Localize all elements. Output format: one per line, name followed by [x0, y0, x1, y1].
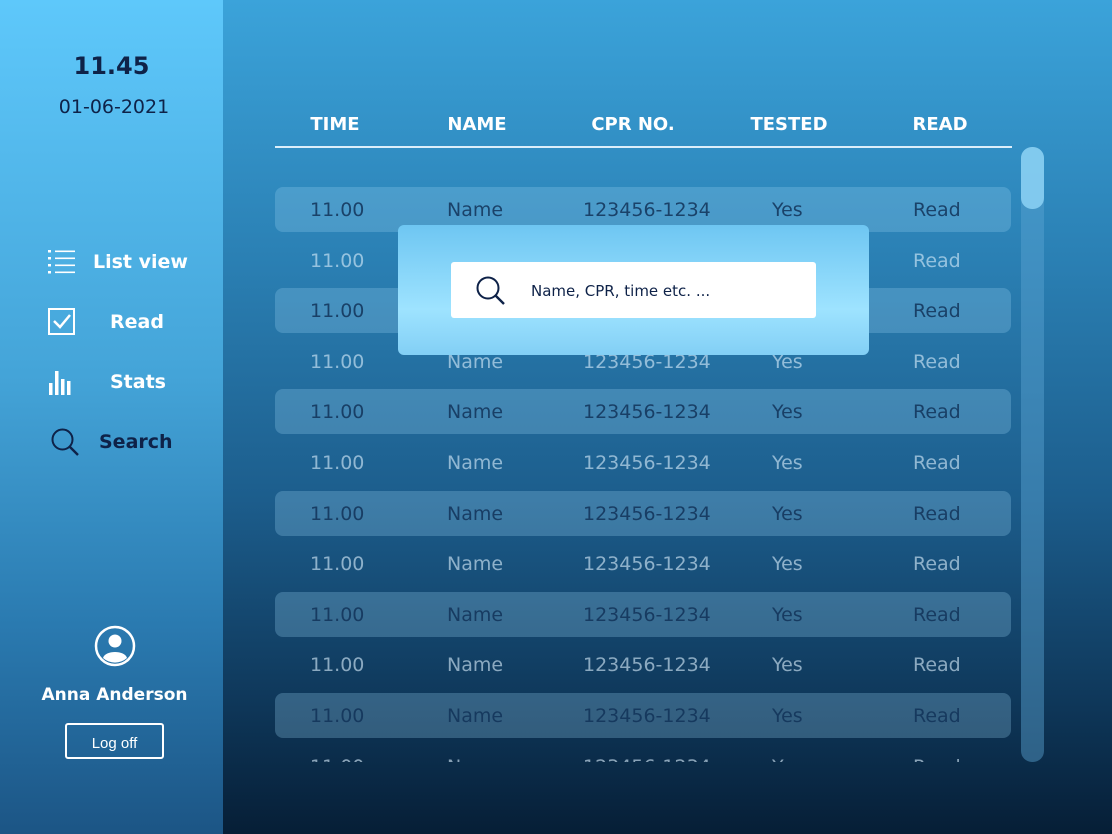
cell-read: Read: [913, 452, 961, 474]
cell-read: Read: [913, 502, 961, 525]
table-row[interactable]: 11.00 Name 123456-1234 Yes Read: [275, 389, 1011, 435]
table-row[interactable]: 11.00 Name 123456-1234 Yes Read: [275, 440, 1011, 485]
cell-time: 11.00: [310, 756, 364, 762]
user-avatar-icon[interactable]: [94, 625, 136, 667]
table-row[interactable]: 11.00 Name 123456-1234 Yes Read: [275, 541, 1011, 586]
search-input[interactable]: [529, 262, 813, 320]
cell-tested: Yes: [772, 654, 803, 677]
scrollbar-thumb[interactable]: [1021, 147, 1044, 209]
nav-label-list-view: List view: [93, 251, 188, 273]
nav-item-list-view[interactable]: List view: [0, 241, 223, 281]
cell-read: Read: [913, 603, 961, 626]
nav-label-search: Search: [99, 431, 173, 453]
cell-tested: Yes: [772, 603, 803, 626]
cell-time: 11.00: [310, 199, 365, 221]
sidebar: 11.45 01-06-2021 List view Read Stats Se…: [0, 0, 223, 834]
cell-read: Read: [913, 401, 961, 424]
cell-time: 11.00: [310, 249, 365, 272]
user-name: Anna Anderson: [41, 685, 188, 705]
cell-tested: Yes: [772, 401, 803, 424]
cell-name: Name: [447, 654, 504, 677]
cell-cpr: 123456-1234: [583, 603, 711, 626]
cell-name: Name: [447, 199, 504, 221]
cell-cpr: 123456-1234: [583, 452, 711, 474]
cell-name: Name: [447, 603, 504, 626]
cell-tested: Yes: [772, 452, 803, 474]
table-row[interactable]: 11.00 Name 123456-1234 Yes Read: [275, 642, 1011, 687]
clock-time: 11.45: [73, 52, 150, 80]
cell-time: 11.00: [310, 603, 365, 626]
cell-time: 11.00: [310, 553, 365, 576]
search-popup: [398, 225, 869, 355]
nav-item-search[interactable]: Search: [0, 421, 223, 461]
cell-name: Name: [447, 401, 504, 424]
cell-time: 11.00: [310, 401, 365, 424]
cell-time: 11.00: [310, 350, 365, 373]
cell-tested: Yes: [772, 553, 803, 576]
cell-cpr: 123456-1234: [583, 553, 711, 576]
table-row[interactable]: 11.00 Name 123456-1234 Yes Read: [275, 693, 1011, 738]
cell-tested: Yes: [772, 502, 803, 525]
search-icon: [476, 276, 505, 305]
nav-item-stats[interactable]: Stats: [0, 361, 223, 401]
nav-label-read: Read: [110, 311, 164, 333]
nav-label-stats: Stats: [110, 371, 166, 393]
cell-cpr: 123456-1234: [583, 756, 711, 762]
cell-tested: Yes: [772, 199, 803, 221]
cell-name: Name: [447, 553, 504, 576]
column-header-time[interactable]: TIME: [305, 114, 365, 135]
list-icon: [48, 250, 75, 274]
cell-tested: Yes: [772, 756, 803, 762]
table-row[interactable]: 11.00 Name 123456-1234 Yes Read: [275, 744, 1011, 762]
scrollbar-track[interactable]: [1021, 147, 1044, 762]
column-header-tested[interactable]: TESTED: [739, 114, 839, 135]
search-icon: [51, 428, 79, 456]
nav-item-read[interactable]: Read: [0, 301, 223, 341]
search-box[interactable]: [451, 262, 816, 320]
cell-tested: Yes: [772, 705, 803, 727]
table-row[interactable]: 11.00 Name 123456-1234 Yes Read: [275, 591, 1011, 637]
column-header-read[interactable]: READ: [900, 114, 980, 135]
cell-read: Read: [913, 756, 961, 762]
cell-cpr: 123456-1234: [583, 705, 711, 727]
table-row[interactable]: 11.00 Name 123456-1234 Yes Read: [275, 490, 1011, 536]
cell-cpr: 123456-1234: [583, 401, 711, 424]
cell-time: 11.00: [310, 300, 365, 323]
cell-read: Read: [913, 553, 961, 576]
cell-time: 11.00: [310, 654, 365, 677]
cell-cpr: 123456-1234: [583, 199, 711, 221]
log-off-button[interactable]: Log off: [65, 723, 164, 759]
cell-time: 11.00: [310, 705, 365, 727]
cell-name: Name: [447, 705, 504, 727]
cell-cpr: 123456-1234: [583, 654, 711, 677]
cell-read: Read: [913, 199, 961, 221]
column-header-name[interactable]: NAME: [432, 114, 522, 135]
column-header-cpr[interactable]: CPR NO.: [578, 114, 688, 135]
header-divider: [275, 146, 1012, 148]
cell-read: Read: [913, 654, 961, 677]
cell-time: 11.00: [310, 502, 365, 525]
main-panel: TIME NAME CPR NO. TESTED READ 11.00 Name 1…: [223, 0, 1112, 834]
cell-name: Name: [447, 756, 503, 762]
cell-read: Read: [913, 350, 961, 373]
cell-cpr: 123456-1234: [583, 502, 711, 525]
cell-read: Read: [913, 300, 961, 323]
cell-name: Name: [447, 452, 504, 474]
checkbox-icon: [48, 308, 75, 335]
cell-time: 11.00: [310, 452, 365, 474]
current-date: 01-06-2021: [58, 96, 170, 118]
cell-read: Read: [913, 705, 961, 727]
bar-chart-icon: [49, 371, 71, 395]
cell-name: Name: [447, 502, 504, 525]
cell-read: Read: [913, 249, 961, 272]
